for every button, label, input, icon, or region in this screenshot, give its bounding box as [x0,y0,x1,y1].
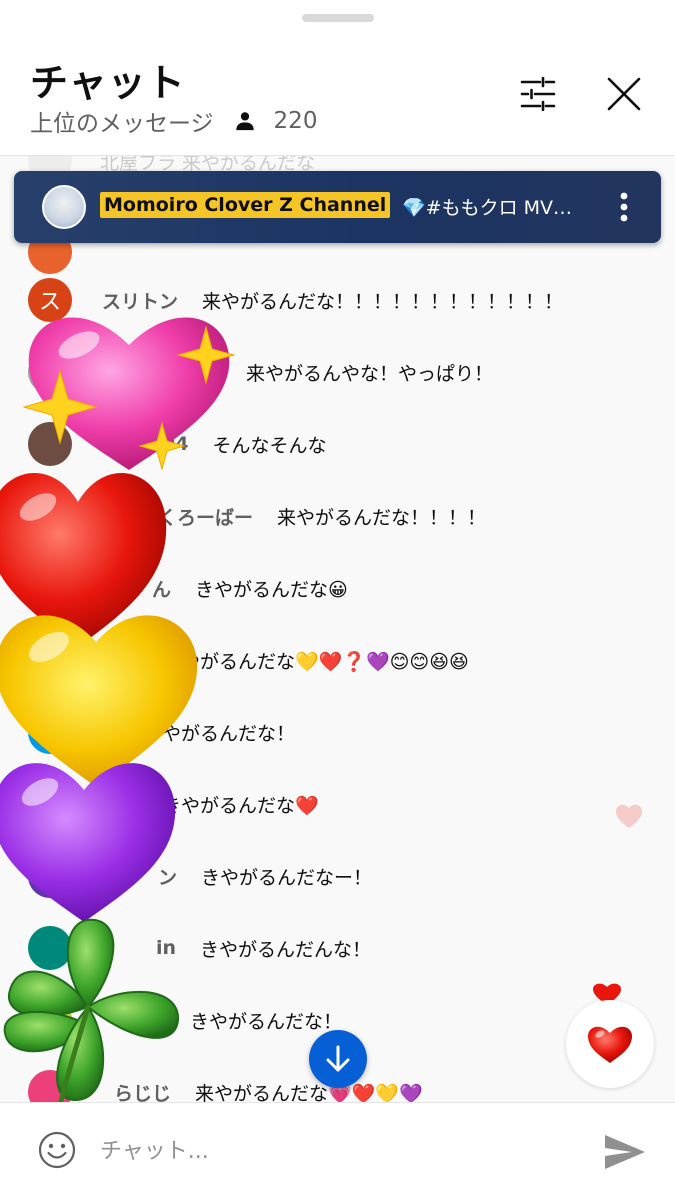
yellow-heart-icon [0,615,198,787]
send-icon[interactable] [604,1133,646,1171]
smiley-icon[interactable] [38,1131,76,1169]
chat-input-bar [0,1102,675,1200]
pink-sparkle-heart-icon [22,317,236,471]
four-leaf-clover-icon [3,918,180,1108]
chat-message-input[interactable] [100,1131,550,1171]
reaction-button[interactable] [566,1000,654,1088]
red-heart-icon [588,1026,632,1063]
live-chat-sheet: チャット 上位のメッセージ 220 北屋フラ 来やがるんだな ス スリトン 来や… [0,0,675,1200]
scroll-to-bottom-button[interactable] [309,1030,367,1088]
small-heart-icon [616,804,642,828]
purple-heart-icon [0,763,176,922]
arrow-down-icon [326,1045,350,1072]
